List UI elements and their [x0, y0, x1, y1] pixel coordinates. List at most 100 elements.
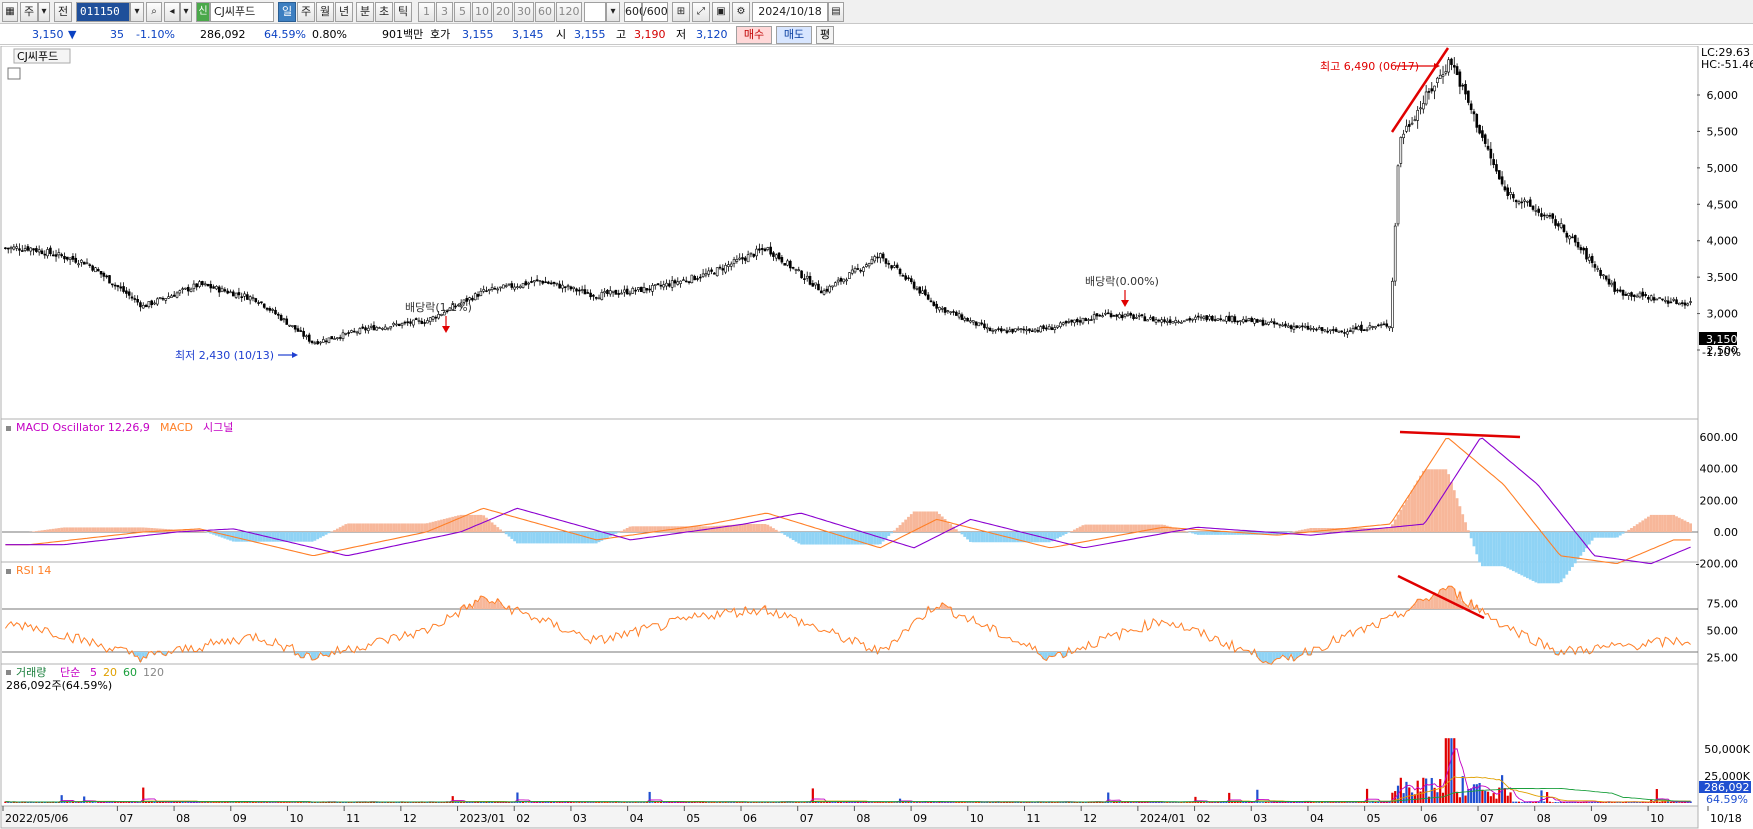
- candle-body: [780, 257, 784, 263]
- period-week-tab[interactable]: 주: [297, 2, 315, 22]
- candle-body: [805, 275, 809, 279]
- sell-button[interactable]: 매도: [776, 26, 812, 44]
- buy-button[interactable]: 매수: [736, 26, 772, 44]
- candle-body: [1531, 205, 1535, 210]
- candle-body: [43, 253, 47, 256]
- minute-20-button[interactable]: 20: [493, 2, 513, 22]
- macd-osc-bar: [43, 529, 47, 532]
- candle-body: [397, 323, 401, 326]
- candle-body: [544, 281, 547, 284]
- eval-button[interactable]: 평: [816, 26, 834, 44]
- macd-osc-bar: [1689, 523, 1692, 532]
- gear-icon[interactable]: ⚙: [732, 2, 750, 22]
- macd-osc-bar: [622, 529, 626, 532]
- candle-body: [479, 290, 483, 296]
- candle-body: [994, 329, 998, 332]
- candle-body: [898, 268, 902, 275]
- macd-osc-bar: [1393, 519, 1397, 532]
- sound-dropdown-icon[interactable]: ▾: [180, 2, 192, 22]
- stock-code-input[interactable]: 011150: [76, 2, 130, 22]
- candle-body: [203, 283, 207, 286]
- candle-body: [1422, 103, 1425, 110]
- grid-menu-icon[interactable]: ▦: [2, 2, 18, 22]
- panel-table-icon[interactable]: [7, 67, 21, 80]
- macd-osc-bar: [1466, 530, 1470, 532]
- candle-body: [1132, 314, 1135, 319]
- macd-osc-bar: [1511, 532, 1515, 572]
- macd-osc-bar: [1427, 469, 1431, 532]
- macd-osc-bar: [1092, 524, 1096, 532]
- crosshair-icon[interactable]: ⤢: [692, 2, 710, 22]
- calendar-icon[interactable]: ▤: [828, 2, 844, 22]
- period-year-tab[interactable]: 년: [335, 2, 353, 22]
- volume-bar: [654, 801, 657, 803]
- macd-osc-bar: [507, 532, 511, 537]
- candle-body: [54, 254, 58, 257]
- candle-body: [468, 297, 471, 301]
- chart-tool-icon[interactable]: ⊞: [672, 2, 690, 22]
- rsi-oversold-fill: [141, 652, 145, 657]
- candle-body: [130, 296, 134, 299]
- macd-osc-bar: [594, 532, 598, 544]
- macd-osc-bar: [451, 516, 455, 532]
- period-day-tab[interactable]: 일: [278, 2, 296, 22]
- macd-osc-bar: [1666, 514, 1670, 532]
- sound-icon[interactable]: ◂: [164, 2, 180, 22]
- period-tick-tab[interactable]: 틱: [394, 2, 412, 22]
- price-y-tick: 6,000: [1707, 89, 1739, 102]
- custom-unit-input[interactable]: [584, 2, 606, 22]
- candle-body: [338, 337, 342, 339]
- date-input[interactable]: 2024/10/18: [752, 2, 828, 22]
- minute-60-button[interactable]: 60: [535, 2, 555, 22]
- candle-body: [1326, 330, 1329, 333]
- minute-30-button[interactable]: 30: [514, 2, 534, 22]
- candle-body: [9, 247, 13, 250]
- macd-osc-bar: [1607, 532, 1611, 538]
- save-icon[interactable]: ▣: [712, 2, 730, 22]
- count-input[interactable]: 600: [624, 2, 646, 22]
- period-second-tab[interactable]: 초: [375, 2, 393, 22]
- candle-body: [240, 296, 244, 298]
- candle-body: [1073, 319, 1076, 324]
- candle-body: [1377, 324, 1380, 327]
- volume-bar: [913, 802, 916, 803]
- macd-osc-bar: [34, 531, 38, 532]
- x-tick-label: 08: [176, 812, 190, 825]
- macd-osc-bar: [755, 524, 758, 532]
- candle-body: [414, 318, 418, 320]
- candle-body: [1495, 164, 1498, 172]
- minute-10-button[interactable]: 10: [472, 2, 492, 22]
- minute-1-button[interactable]: 1: [418, 2, 435, 22]
- candle-body: [1030, 330, 1034, 333]
- macd-osc-bar: [757, 524, 761, 532]
- candle-body: [569, 286, 573, 290]
- candle-body: [1528, 199, 1532, 207]
- macd-osc-bar: [628, 526, 632, 532]
- candle-body: [406, 321, 410, 324]
- prev-button[interactable]: 전: [54, 2, 72, 22]
- candle-body: [774, 254, 778, 259]
- volume-bar: [651, 802, 654, 803]
- candle-body: [1568, 235, 1571, 240]
- market-select[interactable]: 주: [20, 2, 38, 22]
- macd-osc-bar: [1604, 532, 1608, 538]
- minute-120-button[interactable]: 120: [556, 2, 582, 22]
- period-month-tab[interactable]: 월: [316, 2, 334, 22]
- search-icon[interactable]: ⌕: [146, 2, 162, 22]
- candle-body: [707, 270, 711, 275]
- minute-3-button[interactable]: 3: [436, 2, 453, 22]
- candle-body: [558, 283, 561, 289]
- unit-dropdown-icon[interactable]: ▾: [606, 2, 620, 22]
- minute-5-button[interactable]: 5: [454, 2, 471, 22]
- rsi-overbought-fill: [1450, 586, 1453, 609]
- code-dropdown-icon[interactable]: ▾: [130, 2, 144, 22]
- market-dropdown-icon[interactable]: ▾: [38, 2, 50, 22]
- stock-chart[interactable]: CJ씨푸드 MACD Oscillator 12,26,9 MACD 시그널 R…: [0, 46, 1753, 829]
- period-minute-tab[interactable]: 분: [356, 2, 374, 22]
- candle-body: [535, 279, 539, 281]
- macd-osc-bar: [1123, 524, 1127, 532]
- candle-body: [88, 264, 92, 266]
- candle-body: [1216, 318, 1220, 321]
- macd-osc-bar: [1295, 530, 1299, 532]
- macd-osc-bar: [921, 511, 924, 532]
